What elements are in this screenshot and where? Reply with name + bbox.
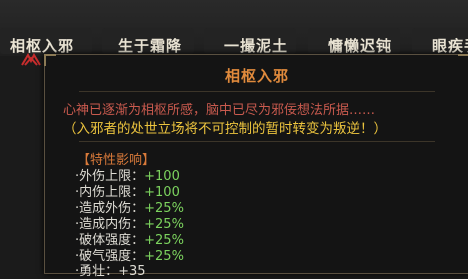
tab-label: 生于霜降 [118, 37, 183, 55]
tooltip-title: 相枢入邪 [224, 67, 289, 85]
tab-label: 眼疾手 [432, 37, 468, 55]
section-divider [79, 141, 435, 142]
title-divider [79, 91, 435, 92]
trait-tooltip-panel: 相枢入邪 心神已逐渐为相枢所感，脑中已尽为邪佞想法所据…… （入邪者的处世立场将… [44, 54, 468, 279]
evil-mark-icon [21, 53, 41, 66]
stat-row: ·勇壮：+35 [75, 260, 146, 279]
stat-value: +25% [144, 249, 184, 264]
trait-tab-bar: 相枢入邪 生于霜降 一撮泥土 慵懒迟钝 眼疾手 [0, 0, 468, 67]
tab-label: 一撮泥土 [224, 37, 289, 55]
trait-warning: （入邪者的处世立场将不可控制的暂时转变为叛逆！） [63, 121, 387, 137]
tab-label: 慵懒迟钝 [328, 37, 393, 55]
tab-label: 相枢入邪 [10, 37, 75, 55]
trait-description: 心神已逐渐为相枢所感，脑中已尽为邪佞想法所据…… [63, 103, 376, 118]
